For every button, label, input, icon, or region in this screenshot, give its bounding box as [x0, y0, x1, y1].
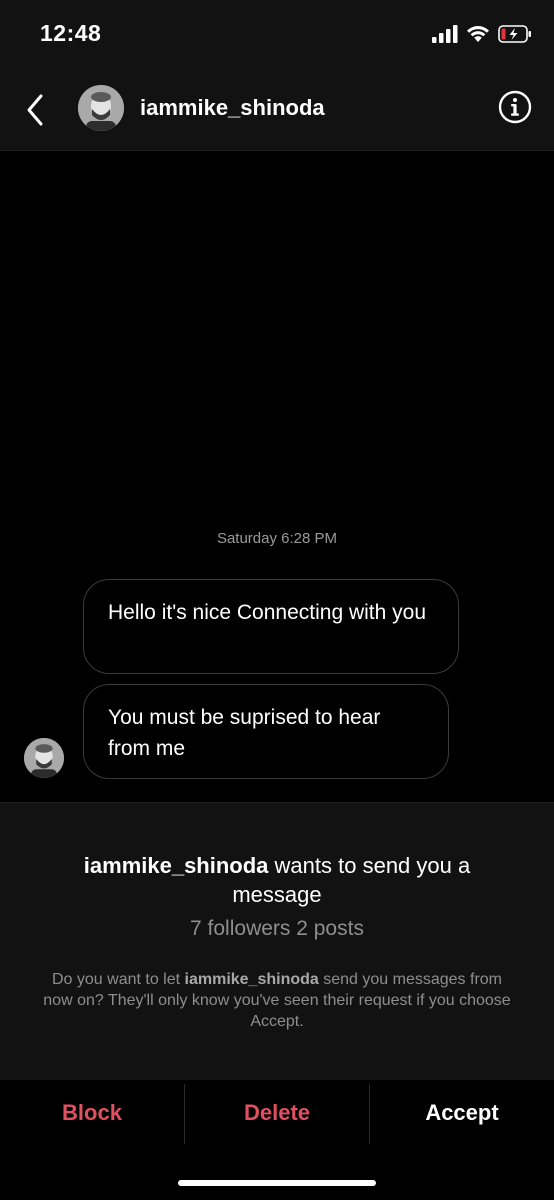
- request-action-bar: Block Delete Accept: [0, 1080, 554, 1200]
- dm-request-screen: 12:48 iammike_shinoda Saturday 6:28 PM H…: [0, 0, 554, 1200]
- request-title-text: wants to send you a message: [232, 853, 471, 907]
- sender-avatar[interactable]: [24, 738, 64, 778]
- message-text: You must be suprised to hear from me: [108, 706, 381, 760]
- conversation-header: iammike_shinoda: [0, 70, 554, 151]
- status-bar: 12:48: [0, 0, 554, 70]
- message-timestamp: Saturday 6:28 PM: [216, 530, 338, 547]
- message-bubble[interactable]: You must be suprised to hear from me: [83, 684, 449, 779]
- header-username[interactable]: iammike_shinoda: [140, 95, 325, 121]
- request-desc-before: Do you want to let: [52, 971, 185, 988]
- info-button[interactable]: [498, 90, 532, 124]
- avatar-photo-icon: [24, 738, 64, 778]
- delete-button[interactable]: Delete: [185, 1080, 369, 1146]
- request-title-username[interactable]: iammike_shinoda: [84, 853, 269, 878]
- status-icons: [432, 22, 532, 46]
- header-avatar[interactable]: [78, 85, 124, 131]
- chevron-left-icon: [27, 94, 43, 126]
- avatar-photo-icon: [78, 85, 124, 131]
- block-button[interactable]: Block: [0, 1080, 184, 1146]
- message-bubble[interactable]: Hello it's nice Connecting with you: [83, 579, 459, 674]
- request-title: iammike_shinoda wants to send you a mess…: [60, 851, 494, 909]
- wifi-icon: [467, 26, 489, 42]
- message-request-panel: iammike_shinoda wants to send you a mess…: [0, 802, 554, 1081]
- request-desc-username: iammike_shinoda: [184, 971, 319, 988]
- battery-low-charging-icon: [498, 25, 531, 43]
- accept-button[interactable]: Accept: [370, 1080, 554, 1146]
- message-text: Hello it's nice Connecting with you: [108, 601, 427, 624]
- back-button[interactable]: [22, 90, 52, 130]
- home-indicator[interactable]: [178, 1180, 376, 1186]
- signal-icon: [432, 25, 458, 43]
- request-stats: 7 followers 2 posts: [190, 917, 364, 940]
- status-time: 12:48: [40, 20, 102, 46]
- info-icon: [498, 90, 532, 124]
- request-description: Do you want to let iammike_shinoda send …: [40, 969, 514, 1032]
